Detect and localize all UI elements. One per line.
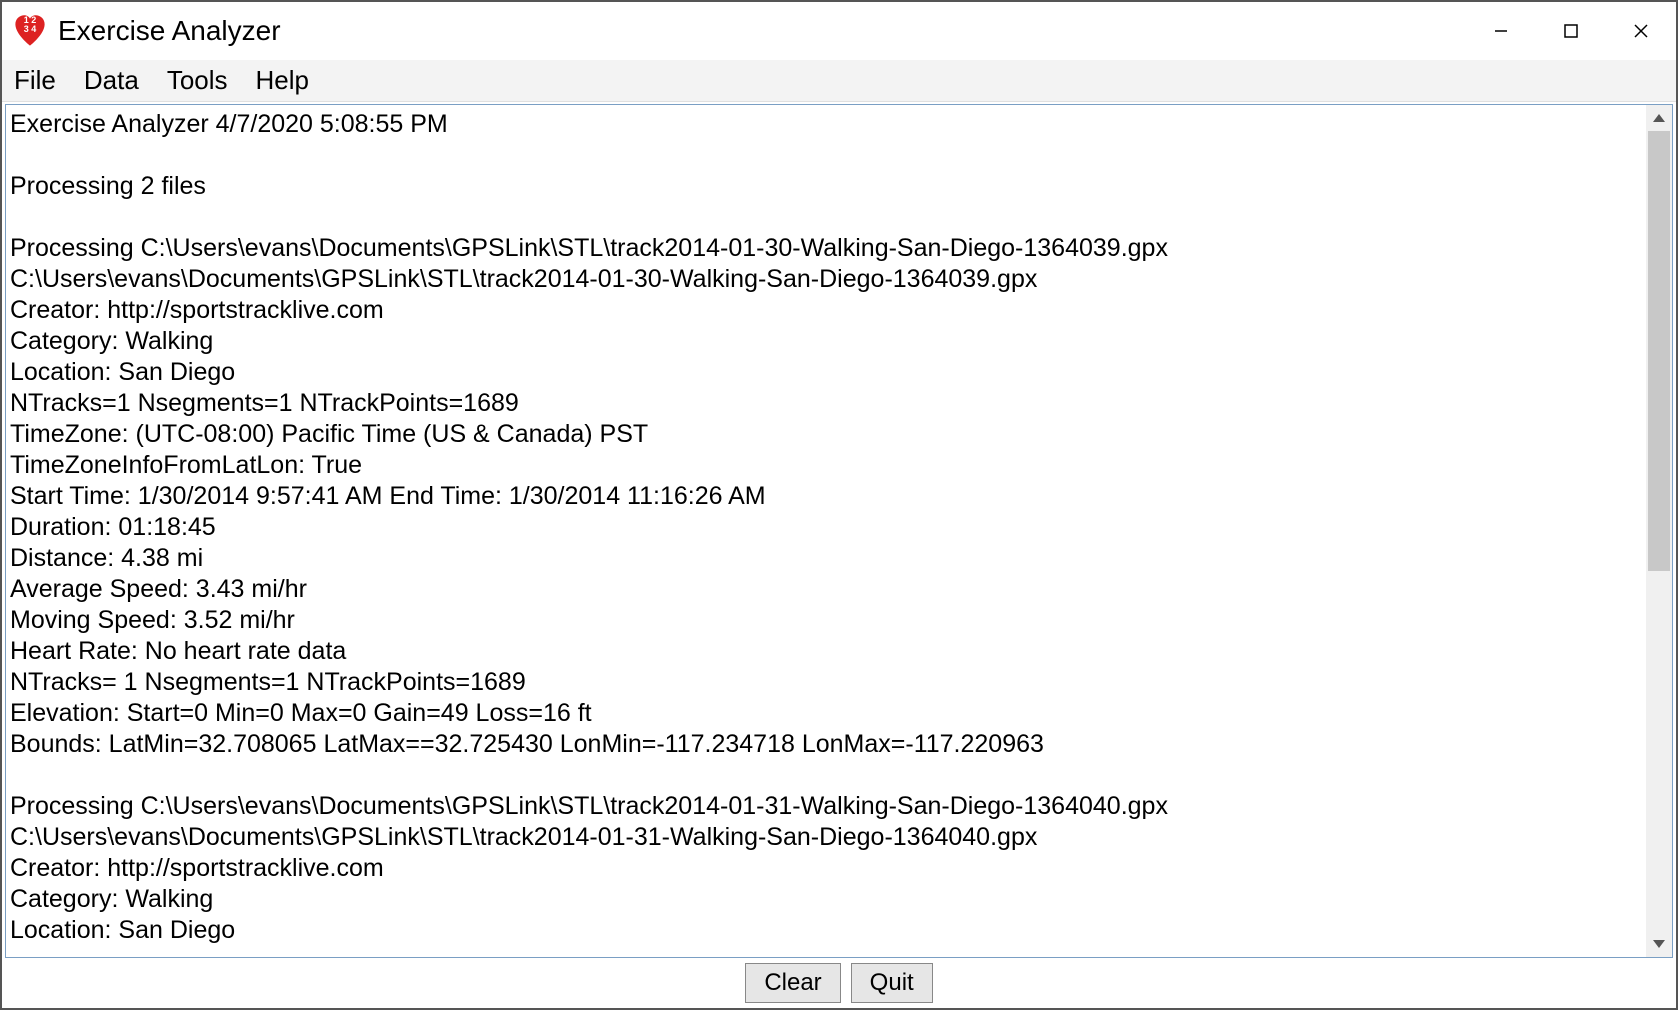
vertical-scrollbar[interactable]	[1646, 105, 1672, 957]
menu-file[interactable]: File	[14, 65, 56, 96]
scroll-up-icon[interactable]	[1646, 105, 1672, 131]
window-controls	[1466, 2, 1676, 60]
menu-data[interactable]: Data	[84, 65, 139, 96]
scroll-thumb[interactable]	[1648, 131, 1670, 571]
title-bar: 1 23 4 Exercise Analyzer	[2, 2, 1676, 60]
app-window: 1 23 4 Exercise Analyzer File Data Tools…	[0, 0, 1678, 1010]
content-area: Exercise Analyzer 4/7/2020 5:08:55 PM Pr…	[5, 104, 1673, 958]
app-icon: 1 23 4	[12, 13, 48, 49]
quit-button[interactable]: Quit	[851, 963, 933, 1003]
close-button[interactable]	[1606, 2, 1676, 60]
maximize-button[interactable]	[1536, 2, 1606, 60]
button-bar: Clear Quit	[2, 958, 1676, 1008]
menu-bar: File Data Tools Help	[2, 60, 1676, 102]
minimize-button[interactable]	[1466, 2, 1536, 60]
menu-tools[interactable]: Tools	[167, 65, 228, 96]
output-text[interactable]: Exercise Analyzer 4/7/2020 5:08:55 PM Pr…	[6, 105, 1646, 957]
heart-icon: 1 23 4	[12, 13, 48, 49]
window-title: Exercise Analyzer	[58, 15, 1466, 47]
scroll-track[interactable]	[1646, 131, 1672, 931]
menu-help[interactable]: Help	[256, 65, 309, 96]
scroll-down-icon[interactable]	[1646, 931, 1672, 957]
clear-button[interactable]: Clear	[745, 963, 840, 1003]
